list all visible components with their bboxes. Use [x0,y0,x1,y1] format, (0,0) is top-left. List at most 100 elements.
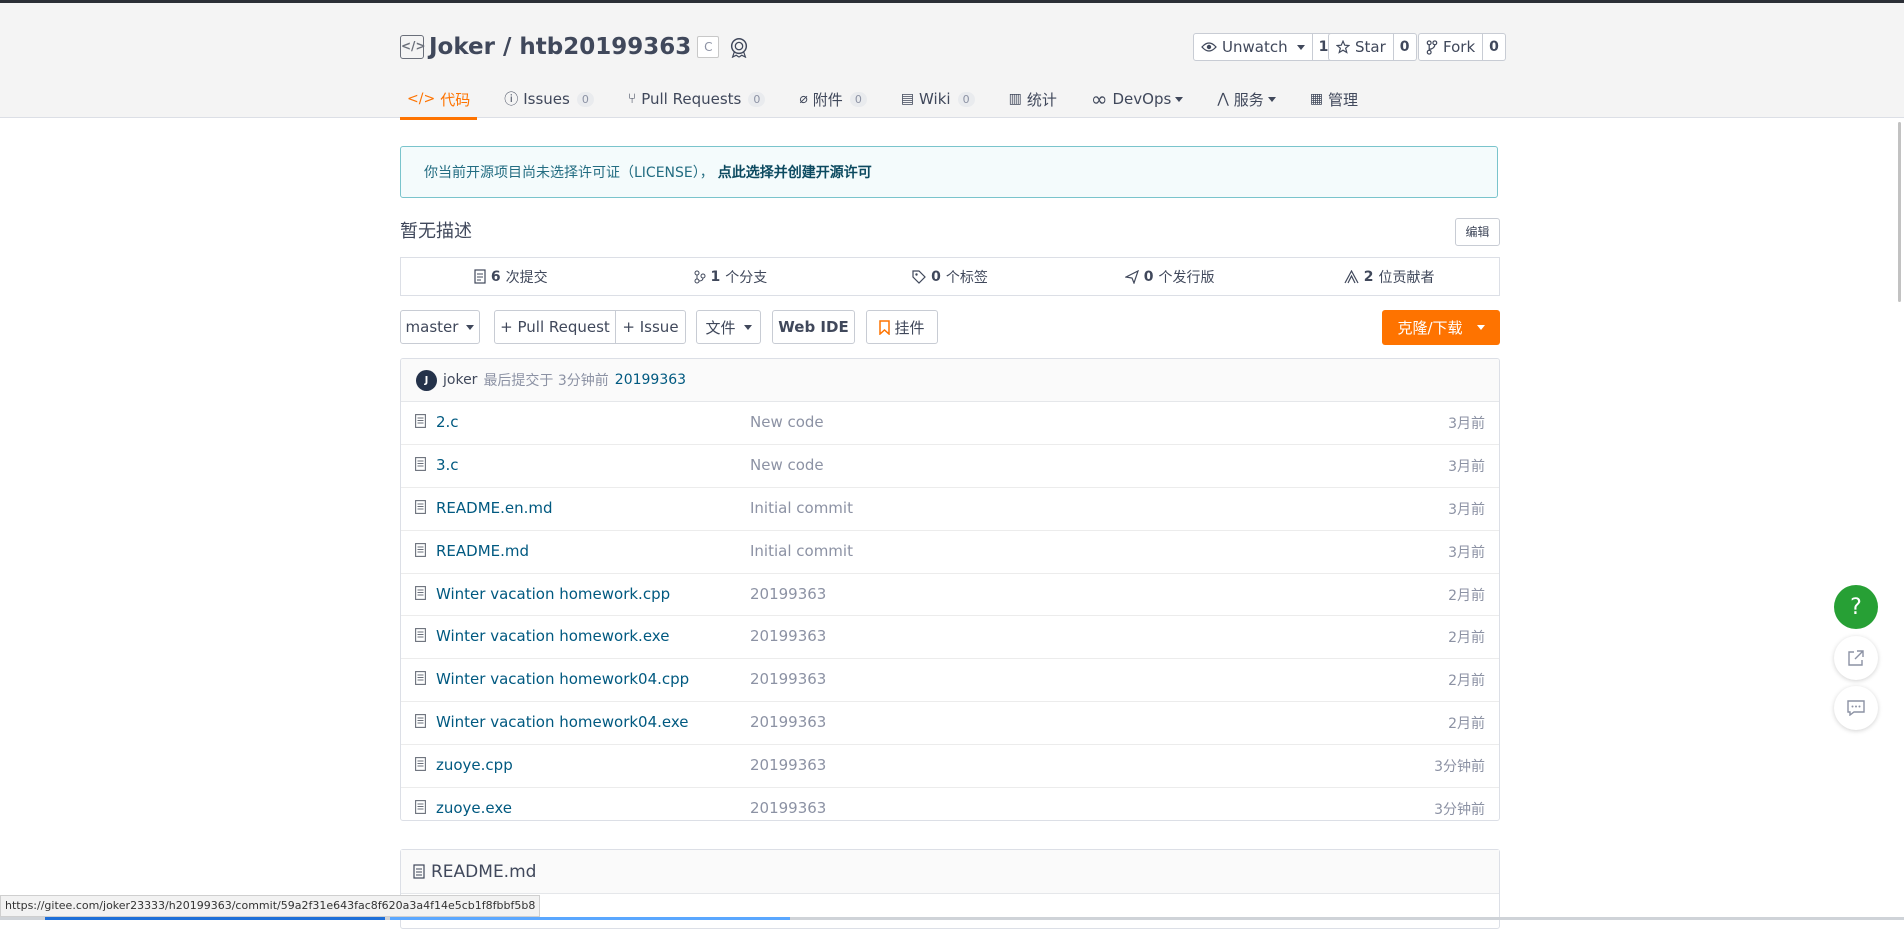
file-commit-message[interactable]: New code [750,413,824,431]
file-row[interactable]: zuoye.cpp 20199363 3分钟前 [401,745,1499,789]
web-ide-button[interactable]: Web IDE [772,310,855,344]
license-notice-text: 你当前开源项目尚未选择许可证（LICENSE）， [424,165,714,181]
file-name-link[interactable]: zuoye.exe [436,799,512,817]
tab-service-label: 服务 [1233,90,1264,109]
tab-code[interactable]: </> 代码 [400,81,478,120]
file-name-link[interactable]: Winter vacation homework04.cpp [436,670,689,688]
tab-attachments-label: 附件 [812,90,843,109]
file-commit-time: 3月前 [1448,416,1485,432]
fork-button[interactable]: Fork [1418,33,1484,61]
file-commit-message[interactable]: 20199363 [750,713,826,731]
file-menu-button[interactable]: 文件 [696,310,761,344]
file-name-link[interactable]: Winter vacation homework.cpp [436,585,670,603]
file-commit-message[interactable]: 20199363 [750,756,826,774]
file-commit-message[interactable]: Initial commit [750,542,853,560]
unwatch-label: Unwatch [1222,38,1288,56]
stat-releases-label: 个发行版 [1158,269,1215,286]
star-group: Star 0 [1328,33,1417,61]
fork-count[interactable]: 0 [1483,33,1506,61]
file-commit-time: 2月前 [1448,673,1485,690]
file-row[interactable]: Winter vacation homework.exe 20199363 2月前 [401,616,1499,660]
chevron-down-icon [466,324,475,330]
tab-devops-label: DevOps [1112,90,1172,108]
file-name-link[interactable]: zuoye.cpp [436,756,513,774]
branch-select[interactable]: master [400,310,480,344]
stat-releases[interactable]: 0 个发行版 [1060,267,1280,287]
commit-author[interactable]: joker [443,372,477,388]
file-row[interactable]: zuoye.exe 20199363 3分钟前 [401,788,1499,820]
stat-contributors-label: 位贡献者 [1378,269,1435,286]
tab-pull-requests[interactable]: ⑂ Pull Requests 0 [621,81,773,117]
issue-icon: ⓘ [504,92,519,108]
file-name-link[interactable]: 2.c [436,413,459,431]
tab-attachments-count: 0 [849,91,867,107]
file-row[interactable]: Winter vacation homework04.cpp 20199363 2月… [401,659,1499,703]
tab-devops[interactable]: ∞ DevOps [1084,81,1190,117]
file-commit-message[interactable]: 20199363 [750,670,826,688]
scrollbar[interactable] [1898,122,1901,302]
stat-commits-num: 6 [490,268,501,285]
stat-commits-label: 次提交 [505,269,548,286]
stat-commits[interactable]: 6 次提交 [401,267,621,287]
stat-tags[interactable]: 0 个标签 [840,267,1060,287]
tab-issues[interactable]: ⓘ Issues 0 [497,81,601,117]
file-name-link[interactable]: README.md [436,542,529,560]
file-row[interactable]: README.md Initial commit 3月前 [401,531,1499,574]
widget-button[interactable]: 挂件 [866,310,938,344]
file-row[interactable]: 2.c New code 3月前 [401,402,1499,445]
chat-button[interactable] [1834,686,1878,730]
file-commit-time: 2月前 [1448,587,1485,604]
share-button[interactable] [1834,636,1878,680]
stat-contributors[interactable]: 2 位贡献者 [1279,267,1499,287]
file-icon [415,671,426,686]
fork-group: Fork 0 [1418,33,1506,61]
commit-icon [474,269,486,284]
file-row[interactable]: README.en.md Initial commit 3月前 [401,488,1499,531]
tab-pull-requests-label: Pull Requests [641,90,742,108]
repo-title: </> Joker / htb20199363 C [400,31,750,63]
clone-download-button[interactable]: 克隆/下载 [1382,310,1500,345]
chevron-down-icon [1175,96,1184,102]
tab-service[interactable]: ⋀ 服务 [1210,81,1283,117]
attachment-icon: ⌀ [799,91,808,107]
stat-branches[interactable]: 1 个分支 [621,267,841,287]
create-license-link[interactable]: 点此选择并创建开源许可 [718,162,872,182]
repo-tabs: </> 代码 ⓘ Issues 0 ⑂ Pull Requests 0 ⌀ 附件… [400,81,1385,120]
avatar[interactable]: J [416,369,437,391]
file-commit-message[interactable]: New code [750,456,824,474]
bookmark-icon [879,319,891,335]
file-commit-message[interactable]: 20199363 [750,799,826,817]
file-name-link[interactable]: 3.c [436,456,459,474]
file-name-link[interactable]: Winter vacation homework04.exe [436,713,689,731]
tab-manage[interactable]: ▦ 管理 [1303,81,1365,117]
medal-icon[interactable] [728,36,750,58]
star-count[interactable]: 0 [1393,33,1417,61]
file-row[interactable]: Winter vacation homework.cpp 20199363 2月前 [401,574,1499,617]
help-button[interactable]: ? [1834,585,1878,629]
eye-icon [1201,42,1217,52]
file-name-link[interactable]: Winter vacation homework.exe [436,627,669,645]
file-name-link[interactable]: README.en.md [436,499,553,517]
file-commit-message[interactable]: 20199363 [750,585,826,603]
star-label: Star [1355,38,1386,56]
stat-tags-num: 0 [931,268,941,285]
commit-message-link[interactable]: 20199363 [615,372,686,388]
star-button[interactable]: Star [1328,33,1394,61]
edit-description-button[interactable]: 编辑 [1455,218,1500,246]
repo-owner-name[interactable]: Joker / htb20199363 [429,34,691,60]
widget-label: 挂件 [894,318,925,337]
file-commit-time: 3分钟前 [1434,802,1485,819]
clone-download-label: 克隆/下载 [1397,319,1463,337]
file-commit-message[interactable]: Initial commit [750,499,853,517]
tab-stats[interactable]: ▥ 统计 [1002,81,1064,117]
unwatch-button[interactable]: Unwatch [1193,33,1313,61]
file-icon [415,757,426,772]
new-issue-button[interactable]: + Issue [615,310,686,344]
file-commit-message[interactable]: 20199363 [750,627,826,645]
new-pull-request-button[interactable]: + Pull Request [494,310,616,344]
file-row[interactable]: Winter vacation homework04.exe 20199363 2月… [401,702,1499,746]
tab-attachments[interactable]: ⌀ 附件 0 [792,81,873,117]
file-row[interactable]: 3.c New code 3月前 [401,445,1499,488]
tab-wiki[interactable]: ▤ Wiki 0 [894,81,982,117]
unwatch-group: Unwatch 1 [1193,33,1336,61]
